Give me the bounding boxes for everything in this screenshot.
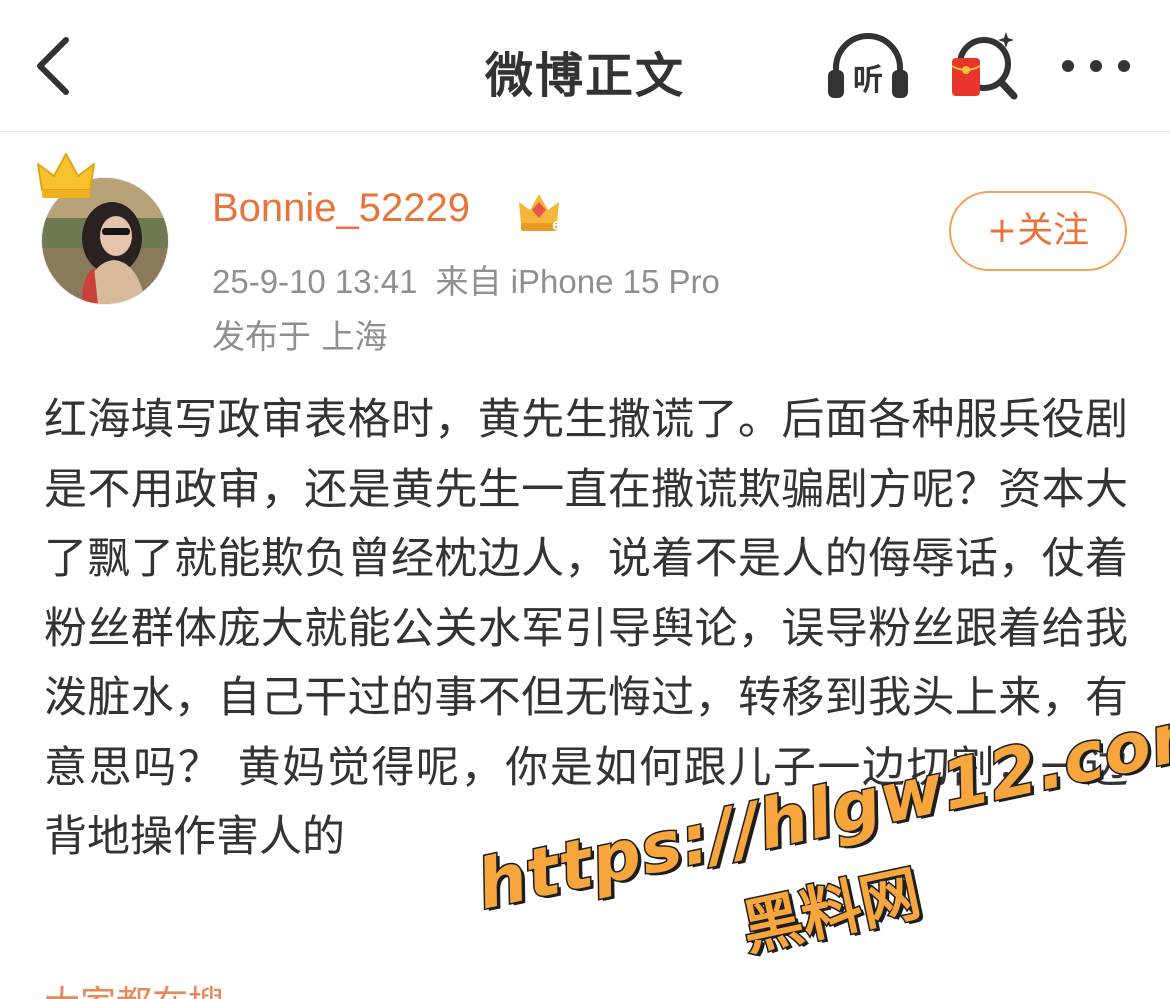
- listen-button[interactable]: 听: [826, 28, 910, 104]
- vip-crown-badge-icon: 6: [519, 194, 560, 233]
- more-dots-icon: [1062, 60, 1130, 72]
- post-content: 红海填写政审表格时，黄先生撒谎了。后面各种服兵役剧是不用政审，还是黄先生一直在撒…: [44, 395, 1128, 862]
- crown-icon: [37, 153, 95, 198]
- red-packet-search-icon: [951, 32, 1018, 100]
- headphones-icon: 听: [828, 33, 908, 98]
- svg-text:听: 听: [853, 63, 883, 98]
- post-time: 25-9-10 13:41: [212, 263, 418, 300]
- weibo-post-page: 微博正文 听 Bonnie_52229 6 25-9-10 13:41 来自 i…: [0, 0, 1170, 999]
- post-location: 发布于 上海: [212, 317, 388, 356]
- red-packet-search-button[interactable]: [948, 28, 1020, 104]
- svg-text:6: 6: [552, 219, 560, 233]
- author-name[interactable]: Bonnie_52229: [212, 186, 470, 231]
- post-meta: 25-9-10 13:41 来自 iPhone 15 Pro: [212, 255, 738, 303]
- top-nav-bar: 微博正文 听: [0, 0, 1170, 132]
- follow-button[interactable]: +关注: [949, 191, 1127, 271]
- hot-search-label[interactable]: 大家都在搜: [44, 975, 224, 999]
- post-source: 来自 iPhone 15 Pro: [435, 263, 720, 300]
- more-button[interactable]: [1058, 40, 1134, 92]
- author-avatar[interactable]: [36, 150, 176, 310]
